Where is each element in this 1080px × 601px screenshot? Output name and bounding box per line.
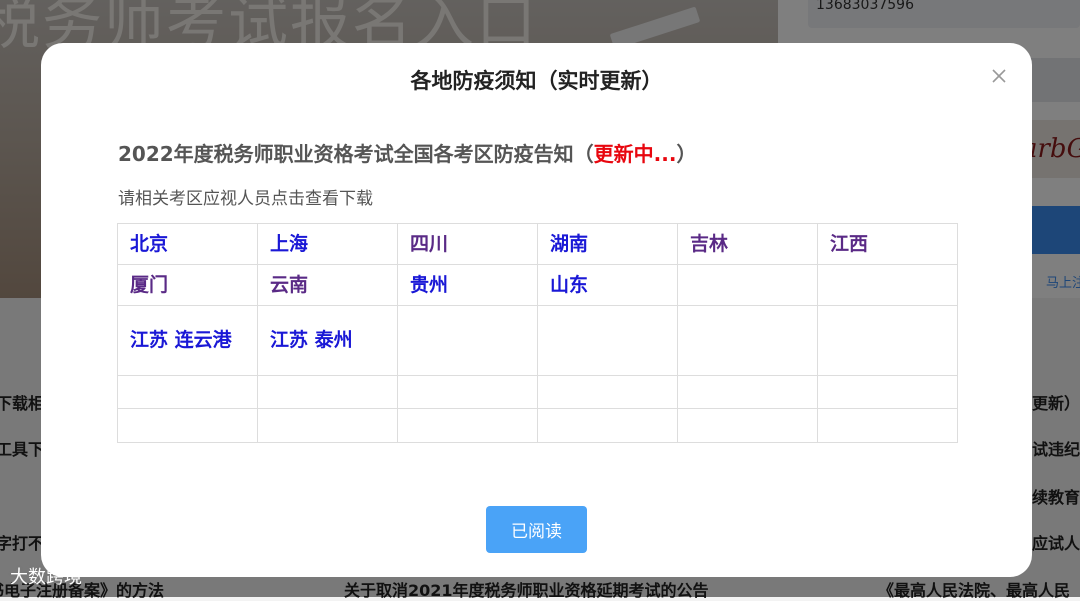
read-confirm-button[interactable]: 已阅读 — [486, 506, 587, 553]
region-link-jiangsu-lianyungang[interactable]: 江苏 连云港 — [130, 329, 232, 351]
epidemic-notice-dialog: 各地防疫须知（实时更新） 2022年度税务师职业资格考试全国各考区防疫告知（更新… — [41, 43, 1032, 577]
table-cell — [677, 305, 818, 376]
table-cell — [817, 375, 958, 409]
region-link-hunan[interactable]: 湖南 — [550, 233, 588, 255]
region-link-yunnan[interactable]: 云南 — [270, 274, 308, 296]
table-cell — [257, 375, 398, 409]
table-cell: 江苏 连云港 — [117, 305, 258, 376]
region-link-shandong[interactable]: 山东 — [550, 274, 588, 296]
table-cell — [117, 408, 258, 443]
table-cell: 江苏 泰州 — [257, 305, 398, 376]
table-cell — [397, 375, 538, 409]
table-cell: 山东 — [537, 264, 678, 306]
notice-heading-text: 2022年度税务师职业资格考试全国各考区防疫告知（ — [118, 142, 594, 166]
table-cell — [817, 305, 958, 376]
table-cell: 厦门 — [117, 264, 258, 306]
table-cell — [397, 408, 538, 443]
table-cell — [257, 408, 398, 443]
instruction-text: 请相关考区应视人员点击查看下载 — [118, 189, 373, 209]
dialog-title: 各地防疫须知（实时更新） — [410, 69, 663, 93]
notice-heading-close: ） — [676, 142, 697, 166]
region-link-xiamen[interactable]: 厦门 — [130, 274, 168, 296]
region-link-beijing[interactable]: 北京 — [130, 233, 168, 255]
close-icon[interactable] — [989, 66, 1009, 86]
region-link-guizhou[interactable]: 贵州 — [410, 274, 448, 296]
table-cell — [677, 408, 818, 443]
table-cell: 吉林 — [677, 223, 818, 265]
table-cell: 湖南 — [537, 223, 678, 265]
table-cell — [397, 305, 538, 376]
table-row — [117, 408, 958, 443]
table-cell: 上海 — [257, 223, 398, 265]
table-cell — [677, 375, 818, 409]
table-row: 厦门 云南 贵州 山东 — [117, 264, 958, 306]
region-link-shanghai[interactable]: 上海 — [270, 233, 308, 255]
table-cell: 贵州 — [397, 264, 538, 306]
table-cell — [677, 264, 818, 306]
region-link-jiangsu-taizhou[interactable]: 江苏 泰州 — [270, 329, 353, 351]
table-cell — [537, 408, 678, 443]
table-row — [117, 375, 958, 409]
updating-status: 更新中... — [593, 142, 677, 166]
table-cell: 北京 — [117, 223, 258, 265]
table-cell — [817, 408, 958, 443]
notice-heading: 2022年度税务师职业资格考试全国各考区防疫告知（更新中...） — [118, 138, 696, 167]
region-table: 北京 上海 四川 湖南 吉林 江西 厦门 云南 贵州 山东 江苏 连云港 江苏 … — [117, 223, 958, 443]
table-row: 江苏 连云港 江苏 泰州 — [117, 305, 958, 376]
table-cell: 江西 — [817, 223, 958, 265]
table-cell: 云南 — [257, 264, 398, 306]
region-link-jiangxi[interactable]: 江西 — [830, 233, 868, 255]
table-cell: 四川 — [397, 223, 538, 265]
table-cell — [537, 375, 678, 409]
table-cell — [117, 375, 258, 409]
region-link-sichuan[interactable]: 四川 — [410, 233, 448, 255]
table-cell — [537, 305, 678, 376]
region-link-jilin[interactable]: 吉林 — [690, 233, 728, 255]
table-row: 北京 上海 四川 湖南 吉林 江西 — [117, 223, 958, 265]
table-cell — [817, 264, 958, 306]
